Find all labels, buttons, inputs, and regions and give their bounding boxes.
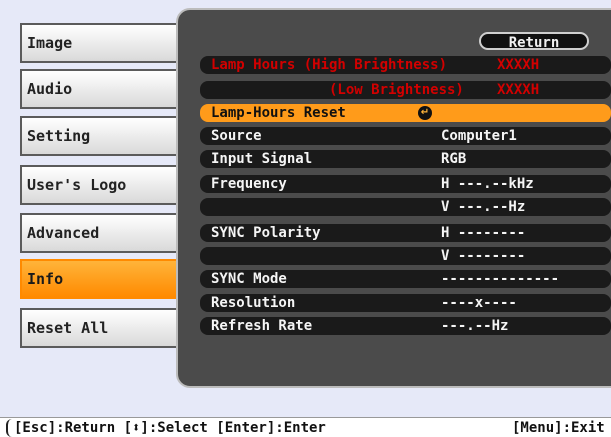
sync-polarity-h-value: H -------- (441, 225, 526, 241)
menu-item-info[interactable]: Info (20, 259, 186, 299)
menu-item-label: Audio (27, 80, 73, 98)
input-signal-label: Input Signal (211, 151, 313, 167)
menu-item-label: Image (27, 34, 73, 52)
menu-item-label: Reset All (27, 319, 109, 337)
sync-polarity-v-value: V -------- (441, 248, 526, 264)
menu-item-label: User's Logo (27, 176, 127, 194)
frequency-v-value: V ---.--Hz (441, 199, 526, 215)
menu-item-reset-all[interactable]: Reset All (20, 308, 186, 348)
footer-hint-right: [Menu]:Exit (512, 420, 605, 436)
frequency-h-value: H ---.--kHz (441, 176, 534, 192)
return-button[interactable]: Return (479, 32, 589, 51)
lamp-hours-low-label: (Low Brightness) (329, 82, 464, 98)
projector-menu-screen: Image Audio Setting User's Logo Advanced… (0, 0, 611, 417)
frequency-label: Frequency (211, 176, 287, 192)
input-signal-value: RGB (441, 151, 467, 167)
sync-polarity-label: SYNC Polarity (211, 225, 321, 241)
source-label: Source (211, 128, 262, 144)
footer-hint-bar: [Esc]:Return [⬍]:Select [Enter]:Enter [M… (0, 417, 611, 437)
sync-polarity-v-row (200, 247, 611, 265)
resolution-value: ----x---- (441, 295, 517, 311)
menu-item-label: Info (27, 270, 64, 288)
menu-item-label: Setting (27, 127, 91, 145)
refresh-rate-label: Refresh Rate (211, 318, 313, 334)
menu-item-audio[interactable]: Audio (20, 69, 186, 109)
menu-item-setting[interactable]: Setting (20, 116, 186, 156)
source-row (200, 127, 611, 145)
resolution-label: Resolution (211, 295, 296, 311)
menu-item-label: Advanced (27, 224, 100, 242)
sync-mode-value: -------------- (441, 271, 560, 287)
frequency-v-row (200, 198, 611, 216)
menu-item-image[interactable]: Image (20, 23, 186, 63)
footer-hint-left: [Esc]:Return [⬍]:Select [Enter]:Enter (6, 419, 326, 437)
lamp-hours-high-value: XXXXH (497, 57, 540, 73)
enter-icon: ↵ (418, 106, 432, 120)
sync-mode-label: SYNC Mode (211, 271, 287, 287)
lamp-hours-reset-label: Lamp-Hours Reset (211, 105, 346, 121)
menu-item-users-logo[interactable]: User's Logo (20, 165, 186, 205)
refresh-rate-value: ---.--Hz (441, 318, 509, 334)
lamp-hours-low-value: XXXXH (497, 82, 540, 98)
source-value: Computer1 (441, 128, 517, 144)
menu-item-advanced[interactable]: Advanced (20, 213, 186, 253)
lamp-hours-high-label: Lamp Hours (High Brightness) (211, 57, 448, 73)
